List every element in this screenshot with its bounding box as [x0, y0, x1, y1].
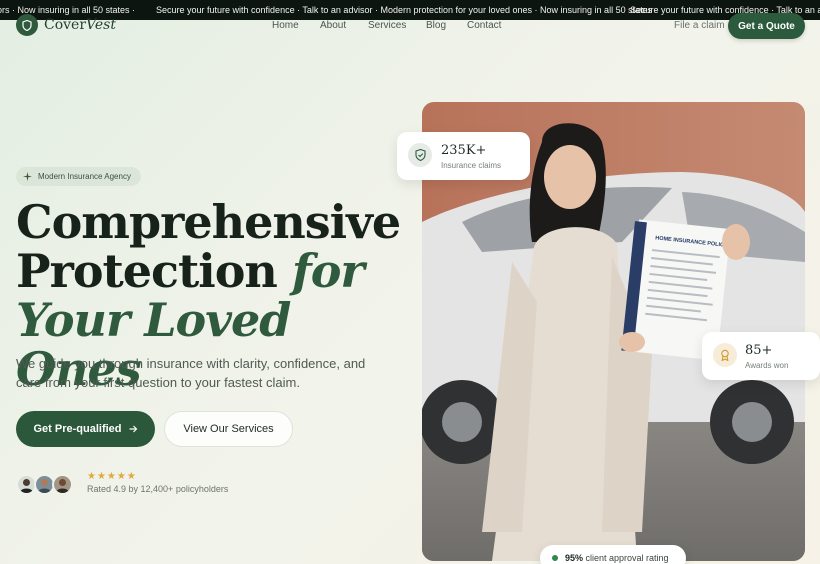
- customer-avatars: [16, 474, 76, 496]
- arrow-right-icon: [129, 425, 137, 433]
- sparkle-icon: [23, 172, 32, 181]
- nav-link-services[interactable]: Services: [368, 20, 406, 31]
- avatar: [52, 474, 73, 495]
- brand-name: CoverVest: [44, 17, 116, 33]
- nav-link-about[interactable]: About: [320, 20, 346, 31]
- hero-subheadline: We guide you through insurance with clar…: [16, 356, 366, 390]
- agency-tag-label: Modern Insurance Agency: [38, 172, 131, 181]
- brand-name-italic: Vest: [86, 17, 116, 33]
- nav-link-home[interactable]: Home: [272, 20, 299, 31]
- approval-label: client approval rating: [583, 553, 669, 563]
- awards-stat-card: 85+ Awards won: [702, 332, 820, 380]
- agency-tag: Modern Insurance Agency: [16, 167, 141, 186]
- shield-logo-icon: [16, 14, 38, 36]
- awards-value: 85+: [745, 343, 773, 358]
- primary-button-label: Get Pre-qualified: [33, 423, 122, 435]
- claims-stat-card: 235K+ Insurance claims: [397, 132, 530, 180]
- status-dot-icon: [552, 555, 558, 561]
- get-prequalified-button[interactable]: Get Pre-qualified: [16, 411, 155, 447]
- claims-value: 235K+: [441, 143, 487, 158]
- nav-link-blog[interactable]: Blog: [426, 20, 446, 31]
- view-services-button[interactable]: View Our Services: [164, 411, 293, 447]
- approval-rating-badge: 95% client approval rating: [540, 545, 686, 564]
- nav-link-contact[interactable]: Contact: [467, 20, 501, 31]
- headline-line-1: Comprehensive: [16, 195, 401, 249]
- awards-label: Awards won: [745, 361, 789, 370]
- headline-line-2: Protection: [16, 244, 292, 298]
- get-quote-button[interactable]: Get a Quote: [728, 13, 805, 39]
- rating-stars: ★★★★★: [87, 471, 137, 482]
- rating-text: Rated 4.9 by 12,400+ policyholders: [87, 484, 229, 494]
- file-claim-link[interactable]: File a claim: [674, 20, 725, 31]
- award-ribbon-icon: [713, 343, 737, 367]
- claims-label: Insurance claims: [441, 161, 502, 170]
- approval-value: 95%: [565, 553, 584, 563]
- shield-check-icon: [408, 143, 432, 167]
- brand-name-regular: Cover: [44, 17, 87, 33]
- headline-accent-1: for: [291, 244, 365, 298]
- main-navigation: CoverVest Home About Services Blog Conta…: [0, 10, 820, 42]
- brand-logo[interactable]: CoverVest: [16, 14, 116, 36]
